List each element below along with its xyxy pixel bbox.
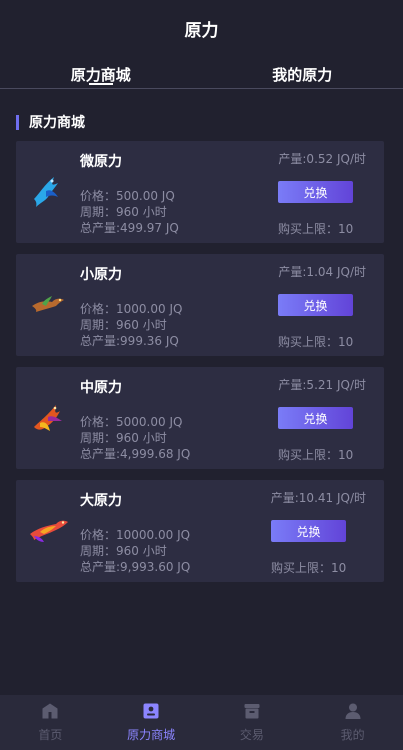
tabbar-label: 首页 bbox=[38, 728, 63, 742]
product-name: 微原力 bbox=[80, 154, 122, 170]
tab-store-label: 原力商城 bbox=[70, 66, 131, 84]
exchange-button[interactable]: 兑换 bbox=[278, 294, 353, 316]
product-info: 价格：10000.00 JQ 周期：960 小时 总产量:9,993.60 JQ bbox=[80, 527, 190, 575]
product-info: 价格：1000.00 JQ 周期：960 小时 总产量:999.36 JQ bbox=[80, 301, 182, 349]
product-rate: 产量:10.41 JQ/时 bbox=[270, 491, 366, 505]
large-bird-icon bbox=[30, 520, 68, 542]
product-total: 总产量:499.97 JQ bbox=[80, 221, 179, 235]
phoenix-icon bbox=[34, 405, 62, 431]
product-info: 价格：500.00 JQ 周期：960 小时 总产量:499.97 JQ bbox=[80, 188, 179, 236]
product-info: 价格：5000.00 JQ 周期：960 小时 总产量:4,999.68 JQ bbox=[80, 414, 190, 462]
product-card: 小原力 价格：1000.00 JQ 周期：960 小时 总产量:999.36 J… bbox=[16, 254, 384, 356]
home-icon bbox=[42, 703, 58, 719]
tab-bar-top: 原力商城 我的原力 bbox=[0, 56, 403, 89]
purchase-limit: 购买上限：10 bbox=[271, 561, 347, 575]
purchase-limit: 购买上限：10 bbox=[278, 335, 354, 349]
product-card: 微原力 价格：500.00 JQ 周期：960 小时 总产量:499.97 JQ… bbox=[16, 141, 384, 243]
product-card: 大原力 价格：10000.00 JQ 周期：960 小时 总产量:9,993.6… bbox=[16, 480, 384, 582]
exchange-button[interactable]: 兑换 bbox=[278, 407, 353, 429]
product-period: 周期：960 小时 bbox=[80, 431, 167, 445]
tabbar-label: 我的 bbox=[340, 728, 365, 742]
product-rate: 产量:0.52 JQ/时 bbox=[278, 152, 366, 166]
product-name: 小原力 bbox=[80, 267, 122, 283]
section-heading: 原力商城 bbox=[16, 114, 85, 131]
product-price: 价格：10000.00 JQ bbox=[80, 528, 191, 542]
product-total: 总产量:4,999.68 JQ bbox=[80, 447, 191, 461]
tab-store[interactable]: 原力商城 bbox=[0, 56, 202, 88]
header: 原力 bbox=[0, 0, 403, 56]
product-card: 中原力 价格：5000.00 JQ 周期：960 小时 总产量:4,999.68… bbox=[16, 367, 384, 469]
product-price: 价格：500.00 JQ bbox=[80, 189, 175, 203]
user-icon bbox=[345, 703, 361, 719]
tabbar-item-trade[interactable]: 交易 bbox=[202, 695, 303, 750]
product-rate: 产量:1.04 JQ/时 bbox=[278, 265, 366, 279]
section-accent-bar bbox=[16, 114, 19, 130]
purchase-limit: 购买上限：10 bbox=[278, 448, 354, 462]
tabbar-label: 交易 bbox=[239, 728, 264, 742]
product-name: 中原力 bbox=[80, 380, 122, 396]
exchange-button[interactable]: 兑换 bbox=[271, 520, 346, 542]
product-name: 大原力 bbox=[80, 493, 122, 509]
product-price: 价格：5000.00 JQ bbox=[80, 415, 183, 429]
trade-icon bbox=[244, 704, 260, 719]
blue-bird-icon bbox=[34, 177, 58, 207]
product-period: 周期：960 小时 bbox=[80, 205, 167, 219]
purchase-limit: 购买上限：10 bbox=[278, 222, 354, 236]
small-bird-icon bbox=[32, 296, 64, 312]
section-title: 原力商城 bbox=[29, 115, 85, 131]
tabbar-item-mine[interactable]: 我的 bbox=[302, 695, 403, 750]
product-rate: 产量:5.21 JQ/时 bbox=[278, 378, 366, 392]
exchange-button[interactable]: 兑换 bbox=[278, 181, 353, 203]
tab-my-force[interactable]: 我的原力 bbox=[202, 56, 403, 88]
product-total: 总产量:9,993.60 JQ bbox=[80, 560, 191, 574]
tabbar-item-store[interactable]: 原力商城 bbox=[101, 695, 202, 750]
bottom-tab-bar: 首页 原力商城 交易 我的 bbox=[0, 695, 403, 750]
product-price: 价格：1000.00 JQ bbox=[80, 302, 183, 316]
product-total: 总产量:999.36 JQ bbox=[80, 334, 179, 348]
product-period: 周期：960 小时 bbox=[80, 318, 167, 332]
tabbar-label: 原力商城 bbox=[127, 728, 176, 742]
tabbar-item-home[interactable]: 首页 bbox=[0, 695, 101, 750]
tab-my-force-label: 我的原力 bbox=[272, 66, 333, 84]
product-period: 周期：960 小时 bbox=[80, 544, 167, 558]
page-title: 原力 bbox=[184, 20, 219, 41]
store-icon bbox=[143, 703, 159, 719]
